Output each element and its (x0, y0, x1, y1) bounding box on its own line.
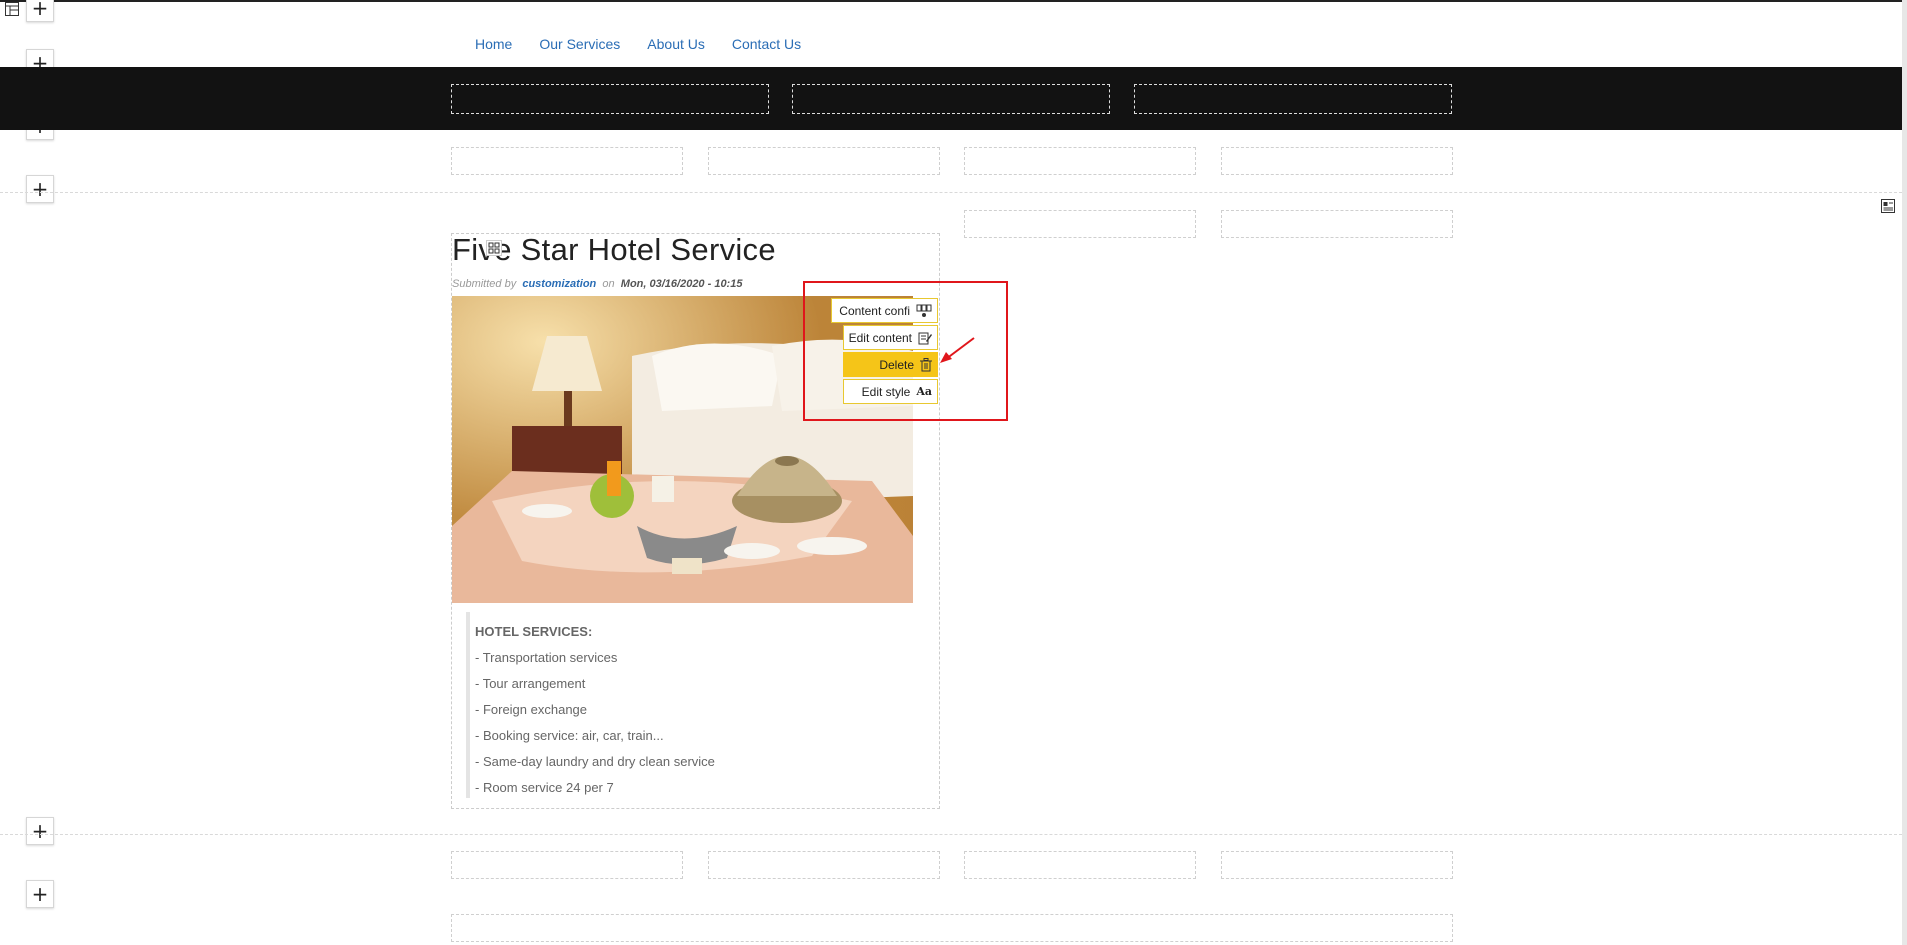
nav-home[interactable]: Home (475, 36, 512, 52)
author-link[interactable]: customization (522, 278, 596, 290)
nav-contact-us[interactable]: Contact Us (732, 36, 801, 52)
scrollbar[interactable] (1902, 0, 1907, 945)
region-placeholder[interactable] (451, 914, 1453, 942)
nav-our-services[interactable]: Our Services (539, 36, 620, 52)
row-divider (0, 192, 1902, 193)
service-item: - Foreign exchange (475, 702, 588, 717)
main-nav: Home Our Services About Us Contact Us (475, 36, 801, 52)
article-body: HOTEL SERVICES: - Transportation service… (475, 619, 715, 801)
region-placeholder[interactable] (708, 147, 940, 175)
region-placeholder[interactable] (1221, 147, 1453, 175)
service-item: - Same-day laundry and dry clean service (475, 754, 715, 769)
drag-handle-icon[interactable] (486, 240, 502, 256)
nav-about-us[interactable]: About Us (647, 36, 705, 52)
add-row-button[interactable]: + (26, 0, 54, 22)
add-row-button[interactable]: + (26, 817, 54, 845)
region-placeholder[interactable] (964, 851, 1196, 879)
body-heading: HOTEL SERVICES: (475, 624, 593, 639)
row-divider (0, 834, 1902, 835)
article-meta: Submitted by customization on Mon, 03/16… (452, 278, 742, 290)
post-date: Mon, 03/16/2020 - 10:15 (620, 278, 743, 290)
region-placeholder[interactable] (792, 84, 1110, 114)
service-item: - Booking service: air, car, train... (475, 728, 664, 743)
add-row-button[interactable]: + (26, 880, 54, 908)
annotation-arrow-icon (940, 337, 975, 363)
blockquote-bar (466, 612, 470, 798)
service-item: - Tour arrangement (475, 676, 586, 691)
service-item: - Room service 24 per 7 (475, 780, 614, 795)
region-placeholder[interactable] (964, 147, 1196, 175)
meta-label: Submitted by (452, 278, 517, 290)
region-placeholder[interactable] (964, 210, 1196, 238)
region-placeholder[interactable] (708, 851, 940, 879)
region-placeholder[interactable] (451, 147, 683, 175)
layout-icon[interactable] (5, 2, 19, 16)
meta-on: on (602, 278, 615, 290)
region-placeholder[interactable] (1221, 210, 1453, 238)
add-row-button[interactable]: + (26, 175, 54, 203)
region-placeholder[interactable] (1134, 84, 1452, 114)
top-border (0, 0, 1907, 2)
region-placeholder[interactable] (451, 84, 769, 114)
block-settings-icon[interactable] (1881, 199, 1895, 213)
region-placeholder[interactable] (451, 851, 683, 879)
region-placeholder[interactable] (1221, 851, 1453, 879)
service-item: - Transportation services (475, 650, 618, 665)
